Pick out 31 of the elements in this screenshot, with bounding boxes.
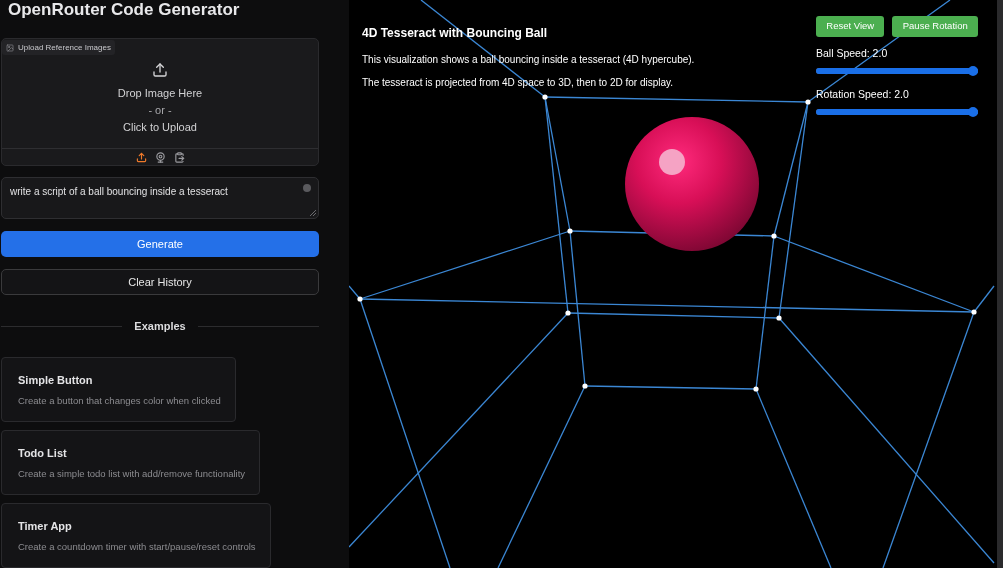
example-title: Todo List <box>18 445 68 460</box>
prompt-field[interactable]: write a script of a ball bouncing inside a tesseract <box>1 177 319 219</box>
example-description: Create a countdown timer with start/pause/reset controls <box>18 540 256 553</box>
drop-text: Drop Image Here <box>117 86 203 100</box>
upload-icon[interactable] <box>135 151 147 163</box>
slider-thumb[interactable] <box>968 66 978 76</box>
example-description: Create a button that changes color when clicked <box>18 394 221 407</box>
example-title: Timer App <box>18 518 73 533</box>
slider-thumb[interactable] <box>968 107 978 117</box>
clear-history-button[interactable]: Clear History <box>1 269 319 295</box>
image-icon <box>6 43 14 52</box>
slider-label: Rotation Speed: 2.0 <box>816 87 910 101</box>
example-card[interactable]: Todo List Create a simple todo list with add/remove functionality <box>1 430 261 495</box>
preview-title: 4D Tesseract with Bouncing Ball <box>362 26 549 40</box>
resize-handle-icon[interactable] <box>310 210 316 216</box>
clipboard-icon[interactable] <box>173 151 185 163</box>
upload-icon <box>152 62 168 78</box>
upload-dropzone[interactable]: Upload Reference Images Drop Image Here - or - Click to Upload <box>1 38 319 167</box>
webcam-icon[interactable] <box>154 151 166 163</box>
or-text: - or - <box>148 103 172 117</box>
example-description: Create a simple todo list with add/remove functionality <box>18 467 246 480</box>
preview-paragraph: This visualization shows a ball bouncing inside a tesseract (4D hypercube). <box>362 53 695 67</box>
example-card[interactable]: Simple Button Create a button that changes color when clicked <box>1 357 236 422</box>
example-title: Simple Button <box>18 372 94 387</box>
examples-heading: Examples <box>134 318 186 334</box>
example-card[interactable]: Timer App Create a countdown timer with start/pause/reset controls <box>1 503 271 568</box>
dot-icon[interactable] <box>303 184 311 193</box>
click-to-upload-text: Click to Upload <box>123 120 197 134</box>
generate-button[interactable]: Generate <box>1 231 319 257</box>
app-title: OpenRouter Code Generator <box>8 0 241 20</box>
upload-label-text: Upload Reference Images <box>18 41 111 54</box>
